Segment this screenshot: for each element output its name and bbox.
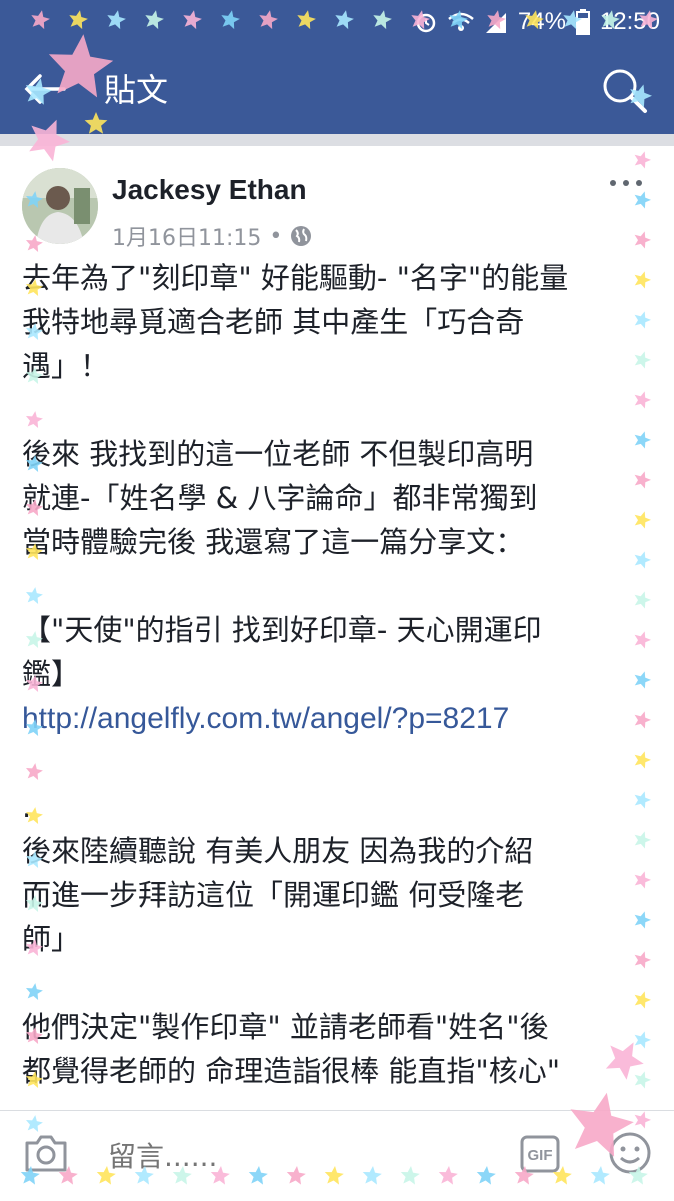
post-line: 後來陸續聽說 有美人朋友 因為我的介紹 xyxy=(22,834,534,868)
battery-percent: 74% xyxy=(517,8,566,35)
alarm-icon xyxy=(416,13,436,33)
avatar[interactable] xyxy=(22,168,98,244)
comment-input[interactable] xyxy=(106,1135,490,1177)
post-card: Jackesy Ethan 1月16日11:15 • 去年為了"刻印章" 好能驅… xyxy=(0,146,674,1106)
header-divider xyxy=(0,134,674,146)
post-line: 當時體驗完後 我還寫了這一篇分享文： xyxy=(22,525,525,559)
post-line: 去年為了"刻印章" 好能驅動- "名字"的能量 xyxy=(22,261,569,295)
clock: 12:50 xyxy=(599,8,660,35)
post-meta: 1月16日11:15 • xyxy=(112,220,312,252)
post-author[interactable]: Jackesy Ethan xyxy=(112,174,307,206)
page-title: 貼文 xyxy=(104,71,169,109)
post-line: 我特地尋覓適合老師 其中產生「巧合奇 xyxy=(22,305,525,339)
camera-icon[interactable] xyxy=(24,1133,68,1173)
post-link[interactable]: http://angelfly.com.tw/angel/?p=8217 xyxy=(22,702,509,735)
gif-icon[interactable]: GIF xyxy=(520,1135,560,1173)
post-line: . xyxy=(22,790,32,824)
post-line: 就連-「姓名學 & 八字論命」都非常獨到 xyxy=(22,481,538,515)
post-timestamp[interactable]: 1月16日11:15 xyxy=(112,220,261,252)
app-header: 貼文 xyxy=(0,44,674,134)
post-line: 師」 xyxy=(22,922,81,956)
gif-label: GIF xyxy=(528,1147,553,1164)
comment-bar: GIF xyxy=(0,1110,674,1201)
search-icon[interactable] xyxy=(600,66,648,114)
post-line: 遇」！ xyxy=(22,349,110,383)
status-bar: 74% 12:50 xyxy=(0,0,674,44)
globe-icon xyxy=(291,226,312,246)
more-options-icon[interactable] xyxy=(608,176,644,190)
avatar-photo xyxy=(22,168,98,244)
battery-icon xyxy=(575,9,590,35)
post-line: 後來 我找到的這一位老師 不但製印高明 xyxy=(22,437,534,471)
signal-icon xyxy=(485,13,506,33)
post-text: 去年為了"刻印章" 好能驅動- "名字"的能量 我特地尋覓適合老師 其中產生「巧… xyxy=(22,256,662,1093)
post-line: 【"天使"的指引 找到好印章- 天心開運印 xyxy=(22,613,542,647)
post-line: 鑑】 xyxy=(22,657,81,691)
back-arrow-icon[interactable] xyxy=(22,72,66,106)
post-line: 而進一步拜訪這位「開運印鑑 何受隆老 xyxy=(22,878,525,912)
wifi-icon xyxy=(448,12,474,31)
post-line: 都覺得老師的 命理造詣很棒 能直指"核心" xyxy=(22,1054,561,1088)
post-line: 他們決定"製作印章" 並請老師看"姓名"後 xyxy=(22,1010,549,1044)
emoji-icon[interactable] xyxy=(608,1131,652,1175)
meta-separator: • xyxy=(269,223,283,249)
status-icons: 74% 12:50 xyxy=(414,8,660,36)
